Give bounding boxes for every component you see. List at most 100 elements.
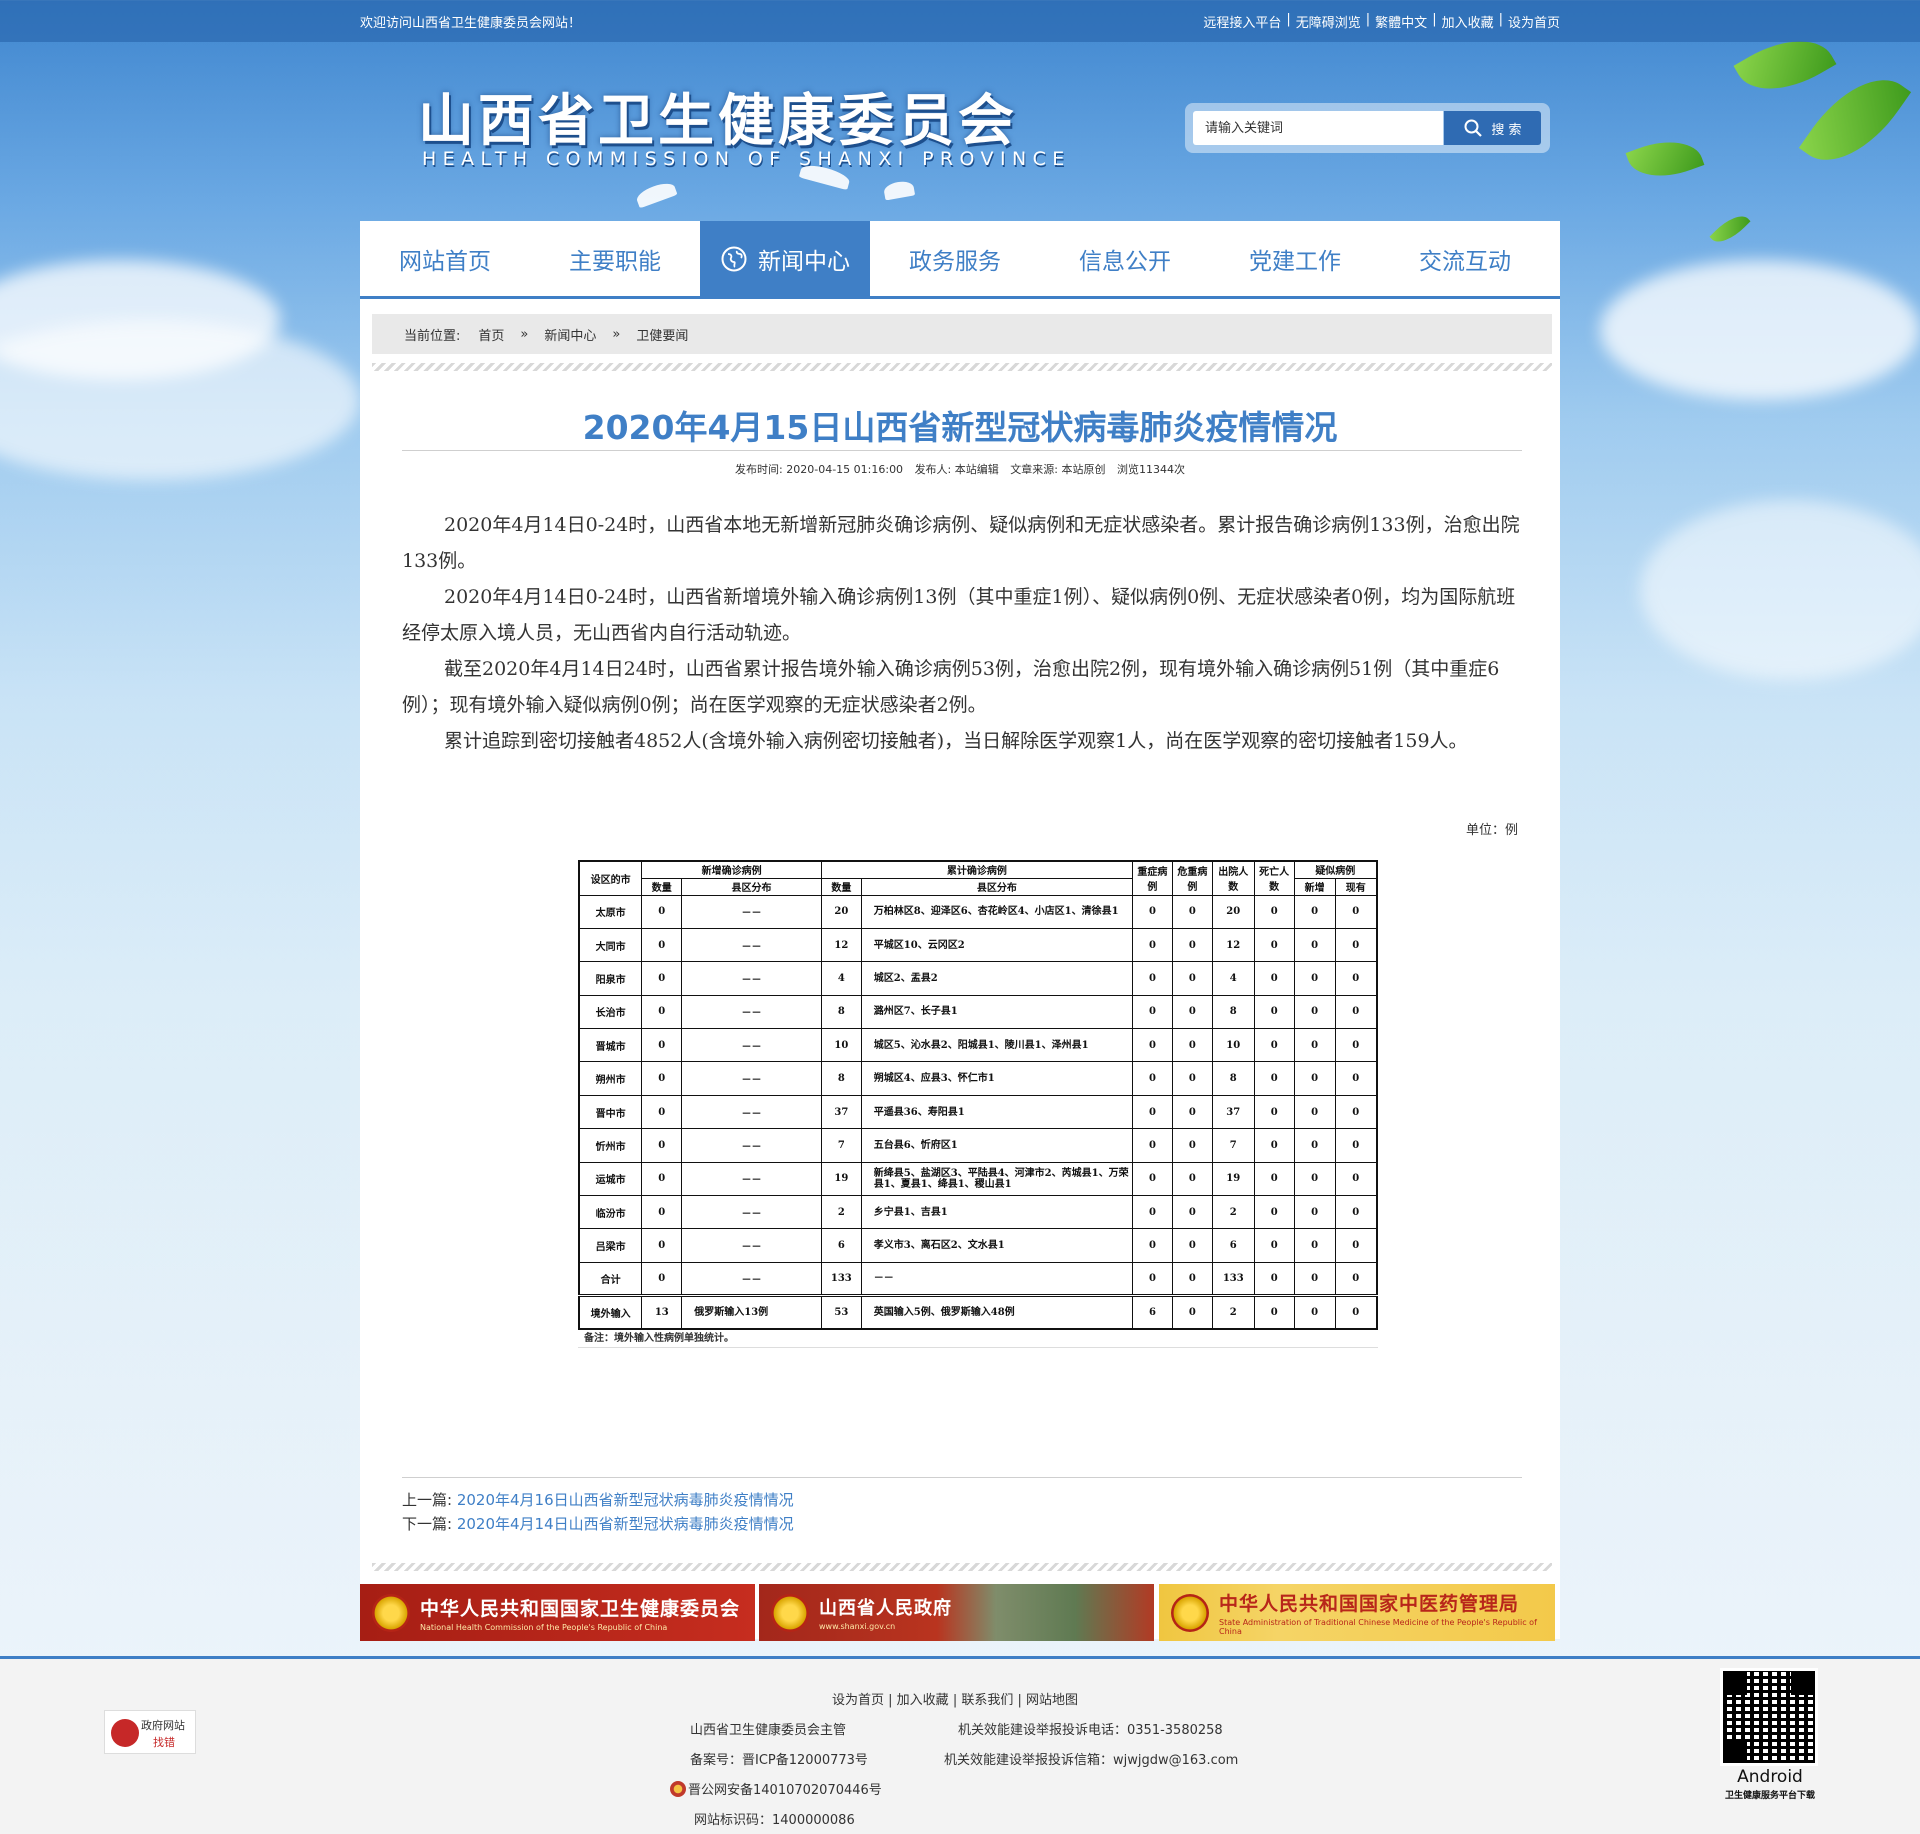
cell-new-count: 0 <box>641 927 683 963</box>
breadcrumb-home[interactable]: 首页 <box>478 325 504 344</box>
cell-deaths: 0 <box>1253 994 1295 1030</box>
cell-cum-count: 37 <box>820 1094 862 1130</box>
qr-subtitle: 卫生健康服务平台下载 <box>1724 1791 1815 1801</box>
cell-discharged: 7 <box>1211 1128 1255 1163</box>
footer-contact-link[interactable]: 联系我们 <box>961 1693 1013 1708</box>
cell-suspected-new: 0 <box>1293 1228 1336 1263</box>
prev-label: 上一篇: <box>402 1491 453 1509</box>
magnifier-icon <box>111 1719 139 1747</box>
footer-phone: 机关效能建设举报投诉电话：0351-3580258 <box>958 1723 1223 1738</box>
nav-news-center[interactable]: 新闻中心 <box>700 221 870 296</box>
nav-functions[interactable]: 主要职能 <box>530 221 700 296</box>
cell-suspected-existing: 0 <box>1334 927 1378 963</box>
banner-title: 山西省人民政府 <box>819 1598 952 1619</box>
nav-home[interactable]: 网站首页 <box>360 221 530 296</box>
cell-new-count: 0 <box>641 994 683 1030</box>
cell-discharged: 8 <box>1211 1061 1255 1096</box>
col-header-new-count: 数量 <box>641 877 683 896</box>
cell-critical: 0 <box>1171 994 1213 1030</box>
cell-discharged: 133 <box>1211 1261 1255 1297</box>
nav-interaction[interactable]: 交流互动 <box>1380 221 1550 296</box>
prev-article-link[interactable]: 2020年4月16日山西省新型冠状病毒肺炎疫情情况 <box>457 1491 794 1509</box>
cell-row-city: 大同市 <box>578 927 643 963</box>
banner-title: 中华人民共和国国家中医药管理局 <box>1219 1593 1520 1615</box>
cell-discharged: 19 <box>1211 1161 1255 1197</box>
cell-severe: 0 <box>1131 1195 1173 1230</box>
footer-add-favorite-link[interactable]: 加入收藏 <box>897 1693 949 1708</box>
qr-label: Android <box>1737 1767 1803 1787</box>
cell-new-district: －－ <box>681 894 822 929</box>
accessibility-link[interactable]: 无障碍浏览 <box>1296 12 1361 31</box>
cell-row-city: 境外输入 <box>578 1294 643 1330</box>
cell-discharged: 10 <box>1211 1028 1255 1063</box>
cell-new-district: －－ <box>681 1128 822 1163</box>
cell-discharged: 2 <box>1211 1195 1255 1230</box>
table-row: 临汾市 0 －－ 2 乡宁县1、吉县1 0 0 2 0 0 0 <box>578 1195 1378 1230</box>
cell-suspected-new: 0 <box>1293 994 1336 1030</box>
cell-critical: 0 <box>1171 1294 1213 1330</box>
breadcrumb-health-news[interactable]: 卫健要闻 <box>636 325 688 344</box>
article-paragraph: 截至2020年4月14日24时，山西省累计报告境外输入确诊病例53例，治愈出院2… <box>402 658 1500 716</box>
cell-suspected-new: 0 <box>1293 1061 1336 1096</box>
cell-cum-count: 10 <box>820 1028 862 1063</box>
cell-row-city: 运城市 <box>578 1161 643 1197</box>
gov-site-error-report-badge[interactable]: 政府网站 找错 <box>104 1710 196 1754</box>
national-emblem-icon <box>1171 1593 1209 1632</box>
search-button[interactable]: 搜 索 <box>1444 111 1541 145</box>
cell-cum-count: 8 <box>820 994 862 1030</box>
cell-cum-count: 12 <box>820 927 862 963</box>
footer-icp: 备案号：晋ICP备12000773号 <box>690 1753 868 1768</box>
next-article-link[interactable]: 2020年4月14日山西省新型冠状病毒肺炎疫情情况 <box>457 1515 794 1533</box>
cell-new-count: 0 <box>641 1261 683 1297</box>
publish-time: 发布时间: 2020-04-15 01:16:00 <box>735 463 904 476</box>
cell-severe: 0 <box>1131 1094 1173 1130</box>
cell-cum-count: 6 <box>820 1228 862 1263</box>
badge-line1: 政府网站 <box>141 1719 185 1732</box>
nav-government-services[interactable]: 政务服务 <box>870 221 1040 296</box>
footer: 设为首页 | 加入收藏 | 联系我们 | 网站地图 山西省卫生健康委员会主管 机… <box>0 1656 1920 1834</box>
traditional-chinese-link[interactable]: 繁體中文 <box>1375 12 1427 31</box>
footer-sitemap-link[interactable]: 网站地图 <box>1026 1693 1078 1708</box>
cell-new-count: 0 <box>641 894 683 929</box>
badge-line2: 找错 <box>153 1736 175 1749</box>
cell-suspected-new: 0 <box>1293 894 1336 929</box>
cell-cum-count: 20 <box>820 894 862 929</box>
divider <box>402 1477 1522 1478</box>
breadcrumb: 当前位置: 首页 » 新闻中心 » 卫健要闻 <box>372 314 1552 354</box>
leaf-decoration <box>1625 129 1705 189</box>
cell-suspected-existing: 0 <box>1334 994 1378 1030</box>
breadcrumb-news-center[interactable]: 新闻中心 <box>544 325 596 344</box>
remote-access-link[interactable]: 远程接入平台 <box>1203 12 1281 31</box>
col-header-discharged: 出院人数 <box>1211 860 1255 896</box>
cell-new-count: 0 <box>641 1028 683 1063</box>
cell-suspected-new: 0 <box>1293 1094 1336 1130</box>
cell-critical: 0 <box>1171 1128 1213 1163</box>
nav-information-disclosure[interactable]: 信息公开 <box>1040 221 1210 296</box>
cell-new-district: －－ <box>681 961 822 996</box>
footer-set-homepage-link[interactable]: 设为首页 <box>832 1693 884 1708</box>
cell-deaths: 0 <box>1253 1094 1295 1130</box>
footer-links: 设为首页 | 加入收藏 | 联系我们 | 网站地图 <box>832 1693 1079 1708</box>
cell-critical: 0 <box>1171 927 1213 963</box>
cell-severe: 0 <box>1131 927 1173 963</box>
article-source: 文章来源: 本站原创 <box>1010 463 1106 476</box>
nhc-banner-link[interactable]: 中华人民共和国国家卫生健康委员会 National Health Commiss… <box>360 1584 755 1641</box>
cell-deaths: 0 <box>1253 961 1295 996</box>
police-badge-icon <box>670 1780 686 1797</box>
shanxi-gov-banner-link[interactable]: 山西省人民政府 www.shanxi.gov.cn <box>759 1584 1154 1641</box>
cell-row-city: 晋城市 <box>578 1028 643 1063</box>
nav-label: 新闻中心 <box>758 248 850 275</box>
qr-code-icon <box>1720 1668 1818 1766</box>
view-count: 浏览11344次 <box>1116 463 1185 476</box>
tcm-banner-link[interactable]: 中华人民共和国国家中医药管理局 State Administration of … <box>1159 1584 1555 1641</box>
add-favorite-link[interactable]: 加入收藏 <box>1442 12 1494 31</box>
cell-suspected-new: 0 <box>1293 1128 1336 1163</box>
cell-suspected-existing: 0 <box>1334 1195 1378 1230</box>
main-nav: 网站首页 主要职能 新闻中心 政务服务 信息公开 党建工作 交流互动 <box>360 221 1560 299</box>
table-row: 太原市 0 －－ 20 万柏林区8、迎泽区6、杏花岭区4、小店区1、清徐县1 0 0 20 0 0… <box>578 894 1378 929</box>
cell-discharged: 20 <box>1211 894 1255 929</box>
search-input[interactable] <box>1193 111 1443 145</box>
set-homepage-link[interactable]: 设为首页 <box>1508 12 1560 31</box>
cell-new-count: 0 <box>641 1195 683 1230</box>
nav-party-building[interactable]: 党建工作 <box>1210 221 1380 296</box>
